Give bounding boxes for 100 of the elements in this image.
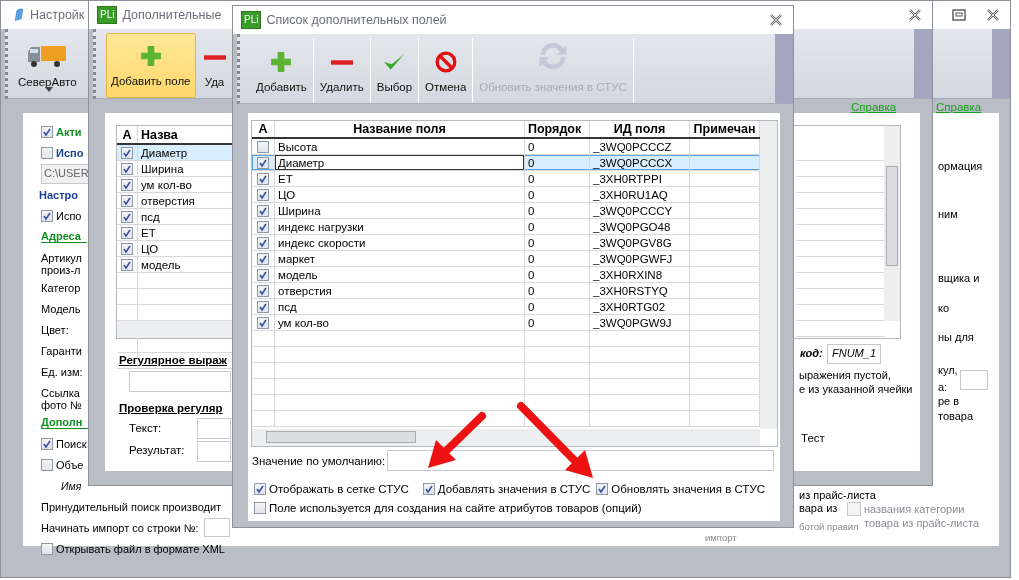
checkbox-label: Испо [56,209,82,222]
checkbox[interactable] [254,502,266,514]
no-entry-icon [434,51,457,73]
checkbox[interactable] [257,188,269,201]
scrollbar[interactable] [884,126,900,321]
toolbar-button[interactable]: Добавить [250,38,314,103]
note-text: е из указанной ячейки [799,383,913,395]
toolbar-button[interactable]: СеверАвто [18,33,83,98]
table-cell-text: Диаметр [140,145,188,160]
scrollbar[interactable] [252,429,760,446]
table-row[interactable]: модель 0 _3XH0RXIN8 [252,267,760,283]
checkbox-label: Объе [56,458,84,471]
table-row[interactable]: индекс скорости 0 _3WQ0PGV8G [252,235,760,251]
table-cell: _3XH0RTG02 [590,299,690,314]
table-row[interactable]: маркет 0 _3WQ0PGWFJ [252,251,760,267]
checkbox[interactable] [257,204,269,217]
field-label: Имя [61,479,82,492]
checkbox[interactable] [257,300,269,313]
close-icon[interactable] [986,9,1000,21]
table-row[interactable]: Диаметр [117,145,234,161]
checkbox-label: Отображать в сетке СТУС [269,483,409,495]
table-row[interactable]: Ширина 0 _3WQ0PCCCY [252,203,760,219]
toolbar-button[interactable]: Удалить [313,38,371,103]
column-header: A [117,126,138,143]
caret-icon[interactable] [45,87,53,92]
scrollbar[interactable] [117,320,234,338]
table-row[interactable]: псд 0 _3XH0RTG02 [252,299,760,315]
table-row[interactable]: ум кол-во 0 _3WQ0PGW9J [252,315,760,331]
checkbox-label: Обновлять значения в СТУС [611,483,765,495]
scrollbar[interactable] [760,121,777,429]
checkbox[interactable] [257,284,269,297]
checkbox[interactable] [121,258,133,271]
checkbox[interactable] [121,178,133,191]
table-cell: _3WQ0PCCCX [590,155,690,170]
table-row[interactable]: отверстия 0 _3XH0RSTYQ [252,283,760,299]
table-row[interactable]: индекс нагрузки 0 _3WQ0PGO48 [252,219,760,235]
input-field[interactable] [197,441,231,462]
close-icon[interactable] [908,9,922,21]
input-field[interactable] [960,370,989,390]
checkbox[interactable] [596,483,609,495]
section-title: Адреса [41,230,87,243]
plus-icon [139,45,162,67]
table-cell: _3WQ0PGWFJ [590,251,690,266]
toolbar-button[interactable]: Уда [203,33,226,98]
checkbox[interactable] [257,140,269,153]
checkbox[interactable] [257,172,269,185]
checkbox[interactable] [257,236,269,249]
table-cell: маркет [275,251,525,266]
input-field[interactable] [387,450,775,471]
checkbox[interactable] [121,194,133,207]
table-cell: _3WQ0PGO48 [590,219,690,234]
checkbox[interactable] [121,146,133,159]
toolbar-button[interactable]: Добавить поле [106,33,196,98]
checkbox[interactable] [121,210,133,223]
input-field[interactable] [197,418,231,439]
table-cell: Диаметр [275,155,525,170]
checkbox[interactable] [257,316,269,329]
checkbox[interactable] [257,252,269,265]
option-text: ко [938,301,950,314]
option-text: а: [938,381,948,393]
checkbox[interactable] [422,483,435,495]
input-field[interactable] [203,518,230,537]
table-row[interactable]: Диаметр 0 _3WQ0PCCCX [252,155,760,171]
minus-icon [203,55,226,60]
table-cell: 0 [525,251,590,266]
field-label: произ-л [41,264,81,276]
option-text: вщика и [938,271,980,284]
column-header: A [252,121,275,137]
checkbox[interactable] [121,162,133,175]
close-icon[interactable] [769,14,783,26]
table-cell: 0 [525,139,590,154]
section-title: Регулярное выраж [119,354,227,366]
checkbox-label: названия категории товара из прайс-листа [864,502,980,530]
table-row[interactable]: ЕТ 0 _3XH0RTPPI [252,171,760,187]
restore-icon[interactable] [952,9,966,21]
toolbar-button[interactable]: Выбор [370,38,420,103]
app-logo: PLi [241,11,262,29]
field-label: Модель [41,302,81,315]
checkbox[interactable] [257,220,269,233]
toolbar-button[interactable]: Отмена [419,38,474,103]
checkbox[interactable] [257,268,269,281]
option-text: товара [938,409,974,422]
field-label: Артикул [41,251,82,264]
table-cell: _3WQ0PCCCY [590,203,690,218]
table-cell: модель [275,267,525,282]
table-cell: индекс нагрузки [275,219,525,234]
code-field[interactable]: FNUM_1 [827,344,881,364]
table-cell: 0 [525,315,590,330]
checkbox-label: Испо [56,146,84,159]
table-cell-text: модель [140,257,181,272]
table-cell: _3XH0RTPPI [590,171,690,186]
checkbox[interactable] [254,483,266,495]
table-row[interactable]: ЦО 0 _3XH0RU1AQ [252,187,760,203]
input-field[interactable] [129,371,231,392]
app-logo: PLi [97,6,118,24]
checkbox[interactable] [121,242,133,255]
checkbox[interactable] [121,226,133,239]
field-label: Ед. изм: [41,365,83,378]
checkbox[interactable] [257,156,269,169]
group-title: Настро [39,188,78,201]
